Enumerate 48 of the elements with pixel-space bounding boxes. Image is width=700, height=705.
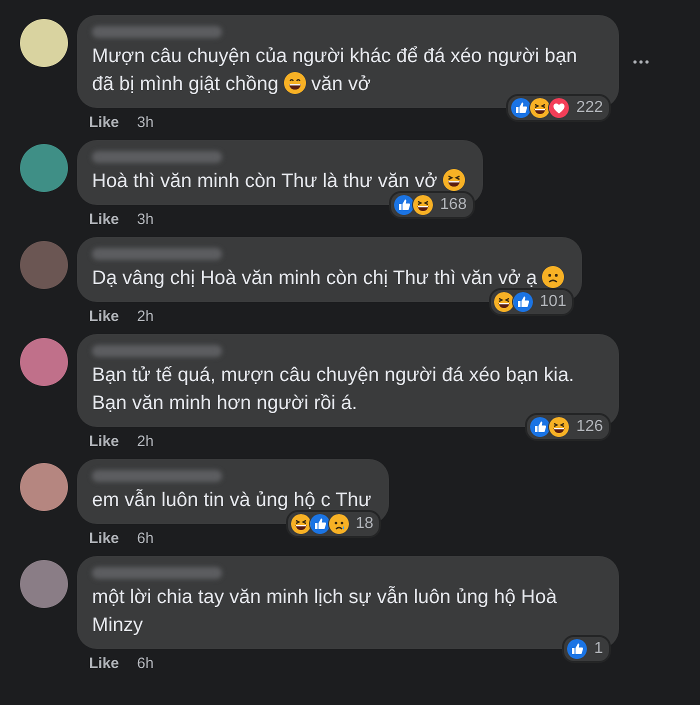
reaction-count: 101 — [540, 293, 566, 311]
like-link[interactable]: Like — [89, 114, 120, 130]
laughing-face-icon — [290, 513, 312, 535]
frowning-face-icon — [542, 266, 564, 288]
reaction-summary[interactable]: 168 — [389, 191, 475, 219]
comment-text: Bạn tử tế quá, mượn câu chuyện người đá xéo bạn kia. Bạn văn minh hơn người rồi á. — [92, 363, 576, 416]
comment-text: một lời chia tay văn minh lịch sự vẫn luôn ủng hộ Hoà Minzy — [92, 585, 558, 638]
heart-icon — [548, 97, 570, 119]
like-icon — [510, 97, 532, 119]
reaction-summary[interactable]: 126 — [525, 413, 611, 441]
comment-text: em vẫn luôn tin và ủng hộ c Thư — [92, 488, 372, 513]
like-icon — [529, 416, 552, 438]
like-link[interactable]: Like — [89, 432, 120, 450]
like-link[interactable]: Like — [89, 210, 120, 228]
like-link[interactable]: Like — [89, 308, 120, 324]
timestamp[interactable]: 2h — [137, 308, 154, 324]
reaction-count: 18 — [356, 515, 374, 533]
timestamp[interactable]: 6h — [137, 530, 154, 546]
like-icon — [393, 194, 416, 216]
grinning-face-icon — [284, 72, 306, 94]
laughing-face-icon — [492, 291, 515, 313]
reaction-summary[interactable]: 1 — [562, 635, 611, 663]
like-link[interactable]: Like — [89, 654, 120, 672]
crying-face-icon — [328, 513, 350, 535]
reaction-summary[interactable]: 101 — [488, 288, 574, 316]
avatar[interactable] — [20, 19, 68, 67]
like-icon — [566, 638, 588, 660]
laughing-face-icon — [548, 416, 570, 438]
like-icon — [512, 291, 534, 313]
timestamp[interactable]: 3h — [137, 210, 154, 228]
laughing-face-icon — [412, 194, 434, 216]
more-options-icon[interactable] — [633, 60, 649, 64]
reaction-count: 222 — [576, 99, 603, 117]
timestamp[interactable]: 3h — [137, 114, 154, 130]
timestamp[interactable]: 2h — [137, 432, 154, 450]
avatar[interactable] — [20, 463, 68, 511]
laughing-face-icon — [529, 97, 552, 119]
comment-text: Mượn câu chuyện của người khác để đá xéo người bạn đã bị mình giật chồng văn vở — [92, 44, 578, 97]
laughing-face-icon — [442, 169, 465, 191]
like-icon — [308, 513, 331, 535]
like-link[interactable]: Like — [89, 530, 120, 546]
reaction-count: 126 — [576, 418, 603, 436]
timestamp[interactable]: 6h — [137, 654, 154, 672]
reaction-summary[interactable]: 18 — [286, 510, 382, 538]
avatar[interactable] — [20, 338, 68, 386]
reaction-summary[interactable]: 222 — [506, 94, 611, 122]
reaction-count: 1 — [594, 640, 603, 658]
reaction-count: 168 — [440, 196, 467, 214]
